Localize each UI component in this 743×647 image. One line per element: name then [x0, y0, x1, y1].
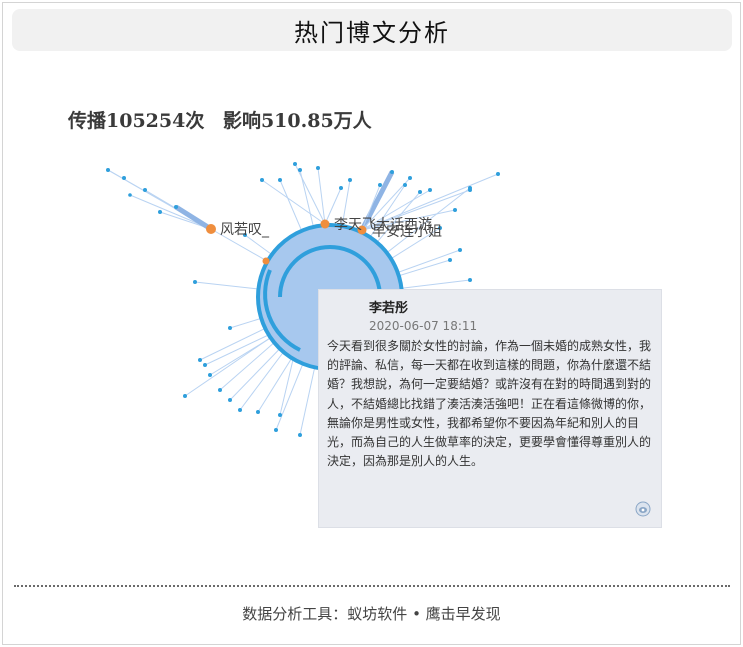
- post-date: 2020-06-07 18:11: [369, 319, 478, 333]
- weibo-icon[interactable]: [635, 501, 651, 517]
- hub-node-small: [262, 257, 270, 265]
- stats-summary: 传播105254次 影响510.85万人: [68, 106, 384, 133]
- footer-credit: 数据分析工具：蚁坊软件 • 鹰击早发现: [242, 605, 501, 623]
- hub-label-fengruotan: 风若叹_: [220, 222, 270, 238]
- title-bar: 热门博文分析: [12, 9, 732, 51]
- footer-divider: [14, 585, 730, 587]
- post-content: 今天看到很多關於女性的討論，作為一個未婚的成熟女性，我的評論、私信，每一天都在收…: [327, 339, 652, 469]
- hub-node-fengruotan: [206, 224, 216, 234]
- spread-count: 传播105254次: [68, 110, 205, 132]
- post-tooltip: 李若彤 2020-06-07 18:11 今天看到很多關於女性的討論，作為一個未…: [318, 289, 662, 528]
- page-title: 热门博文分析: [294, 18, 450, 47]
- hub-label-zaoan: 早安连小姐: [372, 224, 442, 240]
- influence-count: 影响510.85万人: [222, 110, 372, 132]
- hub-node-litianfei: [320, 219, 330, 229]
- post-author: 李若彤: [369, 301, 409, 316]
